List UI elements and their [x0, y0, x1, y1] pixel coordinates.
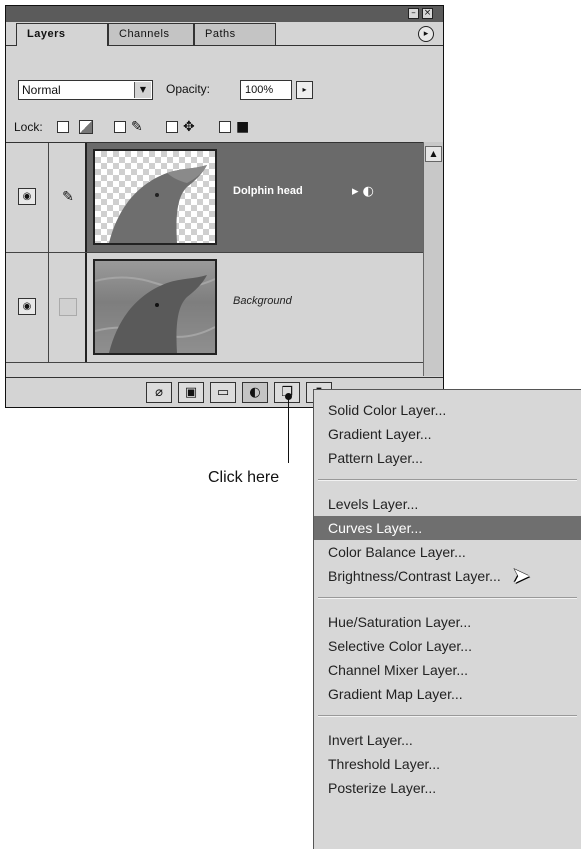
- menu-separator: [318, 479, 577, 481]
- blend-mode-select[interactable]: Normal ▼: [18, 80, 153, 100]
- menu-item-pattern-layer[interactable]: Pattern Layer...: [314, 446, 581, 470]
- visibility-cell[interactable]: ◉: [6, 253, 49, 362]
- layer-thumbnail: [93, 259, 217, 355]
- menu-item-selective-color-layer[interactable]: Selective Color Layer...: [314, 634, 581, 658]
- brush-icon: ✎: [131, 119, 143, 135]
- close-button[interactable]: ×: [422, 8, 433, 19]
- layers-scrollbar[interactable]: ▲: [423, 142, 443, 376]
- opacity-label: Opacity:: [166, 82, 211, 96]
- menu-item-invert-layer[interactable]: Invert Layer...: [314, 728, 581, 752]
- menu-item-solid-color-layer[interactable]: Solid Color Layer...: [314, 398, 581, 422]
- dolphin-photo-image: [95, 275, 215, 353]
- blend-opacity-row: Normal ▼ Opacity: 100% ▸: [18, 80, 438, 102]
- move-icon: ✥: [183, 119, 195, 135]
- mouse-cursor-icon: ➤: [512, 564, 531, 589]
- lock-row: Lock: ✎ ✥ ■: [14, 118, 434, 138]
- dolphin-image: [109, 165, 207, 243]
- palette-titlebar[interactable]: – ×: [6, 6, 443, 22]
- layer-row-background[interactable]: ◉ Background: [6, 253, 423, 363]
- brush-icon: ✎: [62, 189, 74, 205]
- layer-name[interactable]: Background: [233, 295, 292, 307]
- opacity-slider-button[interactable]: ▸: [296, 81, 313, 99]
- menu-item-gradient-map-layer[interactable]: Gradient Map Layer...: [314, 682, 581, 706]
- minimize-button[interactable]: –: [408, 8, 419, 19]
- opacity-input[interactable]: 100%: [240, 80, 292, 100]
- layers-list: ◉ ✎ Dolphin head ▸ ◐ ◉ Background: [6, 142, 423, 376]
- add-mask-button[interactable]: ▣: [178, 382, 204, 403]
- link-cell[interactable]: ✎: [49, 143, 87, 252]
- scroll-up-arrow-icon[interactable]: ▲: [425, 146, 442, 162]
- palette-menu-button[interactable]: ▸: [418, 26, 434, 42]
- tab-paths[interactable]: Paths: [194, 23, 276, 45]
- layer-effects-icon[interactable]: ▸ ◐: [352, 184, 374, 199]
- callout-line: [288, 397, 289, 463]
- layer-row-dolphin-head[interactable]: ◉ ✎ Dolphin head ▸ ◐: [6, 143, 423, 253]
- layers-palette: – × Layers Channels Paths ▸ Normal ▼ Opa…: [5, 5, 444, 408]
- link-cell[interactable]: [49, 253, 87, 362]
- link-empty-box[interactable]: [59, 298, 77, 316]
- menu-item-curves-layer[interactable]: Curves Layer...: [314, 516, 581, 540]
- eye-icon[interactable]: ◉: [18, 298, 36, 315]
- menu-separator: [318, 715, 577, 717]
- lock-label: Lock:: [14, 120, 43, 134]
- lock-transparency-checkbox[interactable]: [57, 121, 69, 133]
- lock-position-checkbox[interactable]: [166, 121, 178, 133]
- layer-style-button[interactable]: ⌀: [146, 382, 172, 403]
- new-adjustment-layer-button[interactable]: ◐: [242, 382, 268, 403]
- tab-layers[interactable]: Layers: [16, 23, 108, 46]
- menu-item-channel-mixer-layer[interactable]: Channel Mixer Layer...: [314, 658, 581, 682]
- lock-icon: ■: [236, 119, 250, 135]
- menu-item-color-balance-layer[interactable]: Color Balance Layer...: [314, 540, 581, 564]
- new-set-button[interactable]: ▭: [210, 382, 236, 403]
- menu-item-levels-layer[interactable]: Levels Layer...: [314, 492, 581, 516]
- lock-image-checkbox[interactable]: [114, 121, 126, 133]
- chevron-down-icon[interactable]: ▼: [134, 82, 151, 98]
- layer-name[interactable]: Dolphin head: [233, 185, 303, 197]
- menu-separator: [318, 597, 577, 599]
- layer-name-cell[interactable]: Dolphin head ▸ ◐: [87, 143, 423, 252]
- layer-thumbnail: [93, 149, 217, 245]
- layer-name-cell[interactable]: Background: [87, 253, 423, 362]
- adjustment-layer-menu: Solid Color Layer... Gradient Layer... Pat…: [313, 389, 581, 849]
- callout-label: Click here: [208, 469, 280, 486]
- transparency-icon: [79, 120, 93, 134]
- menu-item-gradient-layer[interactable]: Gradient Layer...: [314, 422, 581, 446]
- menu-item-posterize-layer[interactable]: Posterize Layer...: [314, 776, 581, 800]
- tab-channels[interactable]: Channels: [108, 23, 194, 45]
- eye-icon[interactable]: ◉: [18, 188, 36, 205]
- lock-all-checkbox[interactable]: [219, 121, 231, 133]
- menu-item-threshold-layer[interactable]: Threshold Layer...: [314, 752, 581, 776]
- blend-mode-value: Normal: [22, 83, 61, 97]
- visibility-cell[interactable]: ◉: [6, 143, 49, 252]
- menu-item-hue-saturation-layer[interactable]: Hue/Saturation Layer...: [314, 610, 581, 634]
- menu-item-brightness-contrast-layer[interactable]: Brightness/Contrast Layer...: [314, 564, 581, 588]
